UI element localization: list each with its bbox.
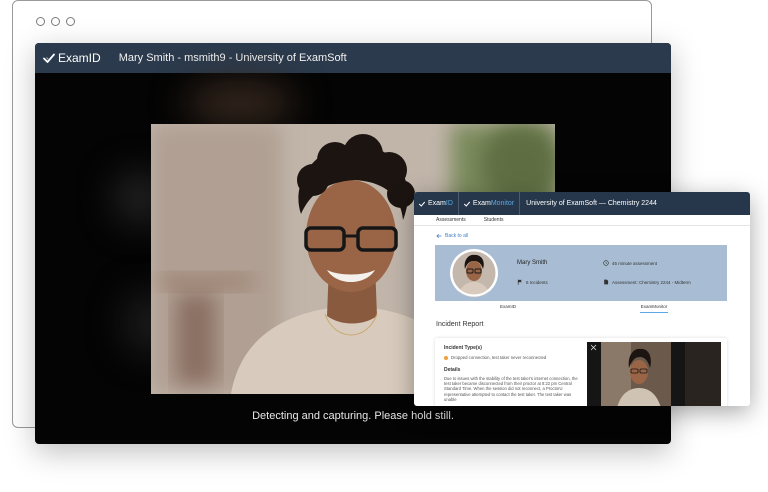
capture-status: Detecting and capturing. Please hold sti… — [252, 410, 454, 422]
assessment-duration: 45 minute assessment — [603, 260, 657, 266]
clock-icon — [603, 260, 609, 266]
flag-icon — [517, 279, 522, 285]
window-minimize-dot[interactable] — [51, 17, 60, 26]
check-icon — [463, 201, 470, 207]
brand-name: ExamID — [58, 51, 101, 65]
brand-exam: Exam — [428, 200, 446, 207]
warning-dot-icon — [444, 355, 448, 360]
incident-type: Dropped connection, test taker never rec… — [444, 355, 546, 360]
back-link[interactable]: Back to all — [436, 233, 468, 239]
tab-exammonitor[interactable]: ExamMonitor — [581, 301, 727, 313]
course-title: University of ExamSoft — Chemistry 2244 — [526, 200, 657, 207]
arrow-left-icon — [436, 233, 442, 239]
exammonitor-window: Exam ID Exam Monitor University of ExamSof… — [414, 192, 750, 406]
incident-count-label: 6 Incidents — [526, 279, 548, 285]
exammonitor-link[interactable]: Exam Monitor — [459, 192, 519, 215]
background-blur — [185, 83, 295, 123]
window-close-dot[interactable] — [36, 17, 45, 26]
monitor-header: Exam ID Exam Monitor University of ExamSof… — [414, 192, 750, 215]
brand-monitor-prefix: Exam — [472, 200, 491, 207]
incident-type-label: Incident Type(s) — [444, 345, 482, 351]
tab-examid[interactable]: ExamID — [435, 301, 581, 313]
divider — [519, 192, 521, 215]
back-link-label: Back to all — [445, 233, 469, 239]
student-name: Mary Smith — [517, 260, 548, 266]
examid-header: ExamID Mary Smith - msmith9 - University… — [35, 43, 671, 73]
brand-id: ID — [445, 200, 453, 207]
assessment-name: Assessment: Chemistry 2244 - Midterm — [603, 279, 691, 285]
document-icon — [604, 279, 609, 285]
incident-report-card: Incident Type(s) Dropped connection, tes… — [435, 338, 727, 406]
tab-students[interactable]: Students — [484, 217, 504, 223]
avatar — [450, 249, 498, 297]
student-profile-card: Mary Smith 6 Incidents 45 minute assessm… — [435, 245, 727, 301]
stage: ExamID Mary Smith - msmith9 - University… — [0, 0, 768, 492]
incident-count[interactable]: 6 Incidents — [517, 279, 548, 285]
window-maximize-dot[interactable] — [66, 17, 75, 26]
assessment-label: Assessment: Chemistry 2244 - Midterm — [612, 279, 691, 285]
check-icon — [43, 53, 55, 63]
brand-monitor-suffix: Monitor — [490, 200, 515, 207]
examid-logo: ExamID — [43, 51, 101, 65]
details-label: Details — [444, 367, 461, 373]
evidence-capture[interactable] — [587, 342, 721, 406]
incident-type-text: Dropped connection, test taker never rec… — [451, 355, 547, 360]
report-tabs: ExamID ExamMonitor — [435, 301, 727, 313]
check-icon — [419, 201, 425, 207]
avatar-image — [450, 249, 498, 297]
tab-assessments[interactable]: Assessments — [436, 217, 466, 223]
user-info: Mary Smith - msmith9 - University of Exa… — [118, 52, 347, 64]
report-title: Incident Report — [436, 321, 484, 328]
details-text: Due to issues with the stability of the … — [444, 376, 578, 402]
examid-link[interactable]: Exam ID — [414, 192, 458, 215]
duration-label: 45 minute assessment — [612, 260, 658, 266]
monitor-nav: Assessments Students — [414, 215, 750, 226]
evidence-image — [587, 342, 721, 406]
